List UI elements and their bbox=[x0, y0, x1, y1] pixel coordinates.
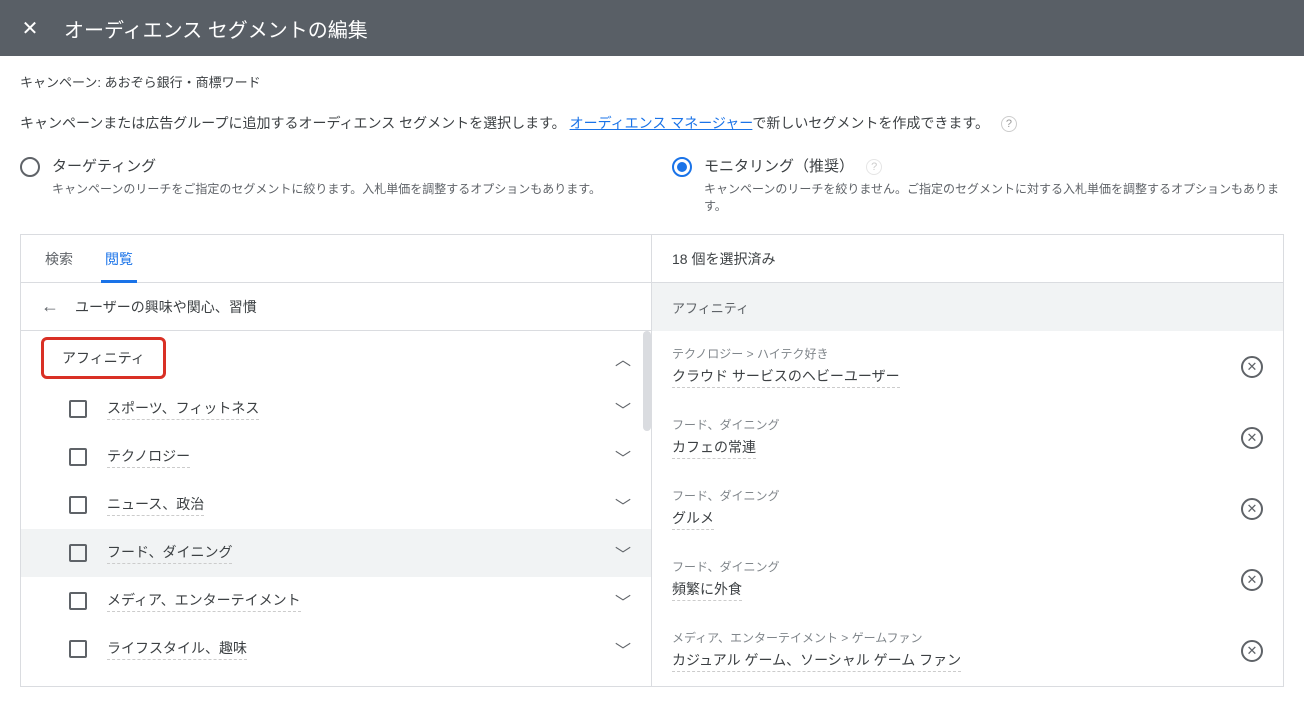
selected-item-category: メディア、エンターテイメント > ゲームファン bbox=[672, 629, 961, 646]
mode-options: ターゲティング キャンペーンのリーチをご指定のセグメントに絞ります。入札単価を調… bbox=[20, 155, 1284, 214]
monitoring-title: モニタリング（推奨） bbox=[704, 158, 854, 175]
remove-icon[interactable]: ✕ bbox=[1241, 569, 1263, 591]
selected-item: テクノロジー > ハイテク好きクラウド サービスのヘビーユーザー ✕ bbox=[652, 331, 1283, 402]
category-label: ライフスタイル、趣味 bbox=[107, 638, 247, 660]
selected-panel: 18 個を選択済み アフィニティ テクノロジー > ハイテク好きクラウド サービ… bbox=[652, 235, 1283, 686]
instruction-prefix: キャンペーンまたは広告グループに追加するオーディエンス セグメントを選択します。 bbox=[20, 115, 566, 131]
help-icon[interactable]: ? bbox=[866, 159, 882, 175]
chevron-down-icon: ﹀ bbox=[615, 493, 631, 517]
category-label: メディア、エンターテイメント bbox=[107, 590, 301, 612]
chevron-down-icon: ﹀ bbox=[615, 445, 631, 469]
selected-list: テクノロジー > ハイテク好きクラウド サービスのヘビーユーザー✕フード、ダイニ… bbox=[652, 331, 1283, 686]
selected-item-name: 頻繁に外食 bbox=[672, 579, 742, 601]
tab-search[interactable]: 検索 bbox=[41, 235, 77, 283]
remove-icon[interactable]: ✕ bbox=[1241, 640, 1263, 662]
breadcrumb-row: ← ユーザーの興味や関心、習慣 bbox=[21, 283, 651, 331]
instruction-suffix: で新しいセグメントを作成できます。 bbox=[752, 115, 989, 131]
scrollbar[interactable] bbox=[643, 331, 651, 673]
checkbox[interactable] bbox=[69, 448, 87, 466]
category-item[interactable]: ニュース、政治 ﹀ bbox=[21, 481, 651, 529]
chevron-down-icon: ﹀ bbox=[615, 589, 631, 613]
category-label: テクノロジー bbox=[107, 446, 190, 468]
radio-targeting[interactable] bbox=[20, 157, 40, 177]
selected-item-name: クラウド サービスのヘビーユーザー bbox=[672, 366, 900, 388]
panels: 検索 閲覧 ← ユーザーの興味や関心、習慣 アフィニティ ︿ スポーツ、フィット… bbox=[20, 234, 1284, 687]
selected-item-category: フード、ダイニング bbox=[672, 558, 780, 575]
instruction-text: キャンペーンまたは広告グループに追加するオーディエンス セグメントを選択します。… bbox=[20, 113, 1284, 133]
tabs: 検索 閲覧 bbox=[21, 235, 651, 283]
checkbox[interactable] bbox=[69, 496, 87, 514]
campaign-label: キャンペーン: bbox=[20, 75, 101, 90]
selected-item-name: カジュアル ゲーム、ソーシャル ゲーム ファン bbox=[672, 650, 961, 672]
selected-section-header: アフィニティ bbox=[652, 283, 1283, 331]
category-label: フード、ダイニング bbox=[107, 542, 232, 564]
audience-manager-link[interactable]: オーディエンス マネージャー bbox=[570, 115, 753, 131]
checkbox[interactable] bbox=[69, 592, 87, 610]
selected-count: 18 個を選択済み bbox=[652, 235, 1283, 283]
monitoring-option[interactable]: モニタリング（推奨） ? キャンペーンのリーチを絞りません。ご指定のセグメントに… bbox=[672, 155, 1284, 214]
remove-icon[interactable]: ✕ bbox=[1241, 427, 1263, 449]
selected-item: フード、ダイニングカフェの常連 ✕ bbox=[652, 402, 1283, 473]
category-list: アフィニティ ︿ スポーツ、フィットネス﹀テクノロジー﹀ニュース、政治﹀フード、… bbox=[21, 331, 651, 673]
selected-item-name: グルメ bbox=[672, 508, 714, 530]
affinity-section-header[interactable]: アフィニティ ︿ bbox=[21, 331, 651, 385]
category-item[interactable]: メディア、エンターテイメント ﹀ bbox=[21, 577, 651, 625]
targeting-title: ターゲティング bbox=[52, 155, 601, 176]
category-item[interactable]: スポーツ、フィットネス ﹀ bbox=[21, 385, 651, 433]
help-icon[interactable]: ? bbox=[1001, 116, 1017, 132]
selected-item: メディア、エンターテイメント > ゲームファンカジュアル ゲーム、ソーシャル ゲ… bbox=[652, 615, 1283, 686]
breadcrumb: ユーザーの興味や関心、習慣 bbox=[75, 297, 257, 317]
selected-item: フード、ダイニング頻繁に外食 ✕ bbox=[652, 544, 1283, 615]
targeting-desc: キャンペーンのリーチをご指定のセグメントに絞ります。入札単価を調整するオプション… bbox=[52, 180, 601, 197]
remove-icon[interactable]: ✕ bbox=[1241, 498, 1263, 520]
back-arrow-icon[interactable]: ← bbox=[41, 296, 59, 317]
targeting-option[interactable]: ターゲティング キャンペーンのリーチをご指定のセグメントに絞ります。入札単価を調… bbox=[20, 155, 632, 214]
selected-item-category: テクノロジー > ハイテク好き bbox=[672, 345, 900, 362]
category-label: ニュース、政治 bbox=[107, 494, 204, 516]
monitoring-desc: キャンペーンのリーチを絞りません。ご指定のセグメントに対する入札単価を調整するオ… bbox=[704, 180, 1284, 214]
chevron-down-icon: ﹀ bbox=[615, 541, 631, 565]
selected-item-category: フード、ダイニング bbox=[672, 487, 780, 504]
close-icon[interactable]: ✕ bbox=[20, 18, 40, 38]
checkbox[interactable] bbox=[69, 400, 87, 418]
radio-monitoring[interactable] bbox=[672, 157, 692, 177]
checkbox[interactable] bbox=[69, 640, 87, 658]
tab-browse[interactable]: 閲覧 bbox=[101, 235, 137, 283]
category-item[interactable]: ライフスタイル、趣味 ﹀ bbox=[21, 625, 651, 673]
header-bar: ✕ オーディエンス セグメントの編集 bbox=[0, 0, 1304, 56]
selected-item-name: カフェの常連 bbox=[672, 437, 756, 459]
category-item[interactable]: テクノロジー ﹀ bbox=[21, 433, 651, 481]
chevron-down-icon: ﹀ bbox=[615, 637, 631, 661]
page-title: オーディエンス セグメントの編集 bbox=[64, 14, 368, 43]
browse-panel: 検索 閲覧 ← ユーザーの興味や関心、習慣 アフィニティ ︿ スポーツ、フィット… bbox=[21, 235, 652, 686]
campaign-name: あおぞら銀行・商標ワード bbox=[105, 75, 261, 90]
category-item[interactable]: フード、ダイニング ﹀ bbox=[21, 529, 651, 577]
chevron-down-icon: ﹀ bbox=[615, 397, 631, 421]
category-label: スポーツ、フィットネス bbox=[107, 398, 259, 420]
affinity-label: アフィニティ bbox=[41, 337, 166, 379]
chevron-up-icon: ︿ bbox=[615, 346, 631, 370]
remove-icon[interactable]: ✕ bbox=[1241, 356, 1263, 378]
checkbox[interactable] bbox=[69, 544, 87, 562]
campaign-breadcrumb: キャンペーン: あおぞら銀行・商標ワード bbox=[20, 72, 1284, 91]
selected-item: フード、ダイニンググルメ ✕ bbox=[652, 473, 1283, 544]
selected-item-category: フード、ダイニング bbox=[672, 416, 780, 433]
